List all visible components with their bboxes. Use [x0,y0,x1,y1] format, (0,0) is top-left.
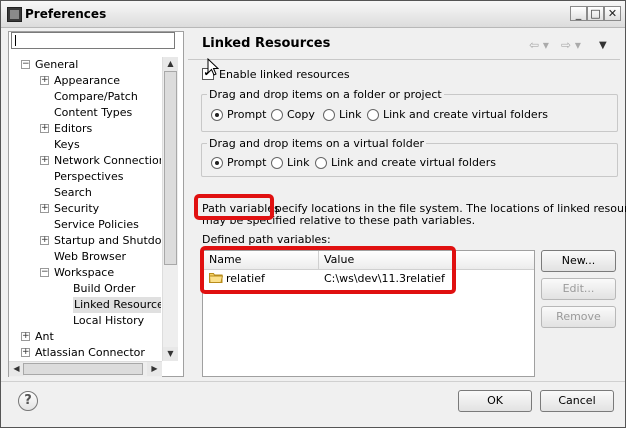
sidebar-item-build-order[interactable]: Build Order [11,281,161,297]
sidebar-item-web-browser[interactable]: Web Browser [11,249,161,265]
sidebar-item-editors[interactable]: + Editors [11,121,161,137]
expand-icon[interactable]: + [40,156,49,165]
sidebar-item-security[interactable]: + Security [11,201,161,217]
radio-label: Link and create virtual folders [331,156,496,169]
enable-linked-resources-label: Enable linked resources [219,68,350,81]
forward-arrow-icon[interactable]: ⇨ ▾ [561,38,581,52]
expand-icon[interactable]: + [40,76,49,85]
virtual-folder-drop-group-title: Drag and drop items on a virtual folder [207,137,426,150]
sidebar-item-appearance[interactable]: + Appearance [11,73,161,89]
app-icon [7,7,22,22]
radio-label: Link [339,108,362,121]
ok-button[interactable]: OK [458,390,532,412]
scroll-down-icon[interactable]: ▼ [163,347,178,361]
sidebar-item-compare-patch[interactable]: Compare/Patch [11,89,161,105]
sidebar-item-label: Editors [54,122,93,135]
sidebar-item-label: Network Connections [54,154,161,167]
cancel-button[interactable]: Cancel [540,390,614,412]
help-icon[interactable]: ? [18,391,38,411]
defined-path-variables-label: Defined path variables: [202,233,331,246]
radio-prompt[interactable] [211,109,223,121]
collapse-icon[interactable]: − [40,268,49,277]
radio-label: Copy [287,108,315,121]
expand-icon[interactable]: + [21,348,30,357]
radio-label: Prompt [227,156,267,169]
radio-link[interactable] [323,109,335,121]
sidebar-item-label: Search [54,186,92,199]
edit-button[interactable]: Edit... [541,278,616,300]
tree-vertical-scrollbar[interactable]: ▲ ▼ [162,57,178,361]
radio-copy[interactable] [271,109,283,121]
sidebar-item-label: Atlassian Connector [35,346,145,359]
sidebar-item-search[interactable]: Search [11,185,161,201]
sidebar-item-general[interactable]: − General [11,57,161,73]
preference-tree: − General + Appearance Compare/Patch Content … [11,57,161,363]
sidebar-item-label: Appearance [54,74,121,87]
mouse-cursor-icon [207,58,219,76]
collapse-icon[interactable]: − [21,60,30,69]
sidebar-item-startup-and-shutdown[interactable]: + Startup and Shutdown [11,233,161,249]
radio-link[interactable] [271,157,283,169]
radio-label: Link and create virtual folders [383,108,548,121]
sidebar-item-label: Compare/Patch [54,90,138,103]
highlight-annotation [200,246,456,294]
sidebar-item-perspectives[interactable]: Perspectives [11,169,161,185]
sidebar-item-label: Local History [73,314,145,327]
sidebar-item-label: Service Policies [54,218,139,231]
highlight-annotation [194,194,274,220]
sidebar-item-label: Linked Resources [73,297,161,313]
sidebar-item-label: Ant [35,330,54,343]
sidebar-item-label: Perspectives [54,170,124,183]
menu-dropdown-icon[interactable]: ▼ [599,40,607,51]
radio-prompt[interactable] [211,157,223,169]
maximize-icon[interactable]: □ [587,6,604,21]
sidebar-item-label: Content Types [54,106,133,119]
sidebar-item-atlassian-connector[interactable]: + Atlassian Connector [11,345,161,361]
sidebar-item-label: Security [54,202,100,215]
sidebar-item-ant[interactable]: + Ant [11,329,161,345]
sidebar-item-local-history[interactable]: Local History [11,313,161,329]
scroll-right-icon[interactable]: ▶ [147,362,162,376]
expand-icon[interactable]: + [21,332,30,341]
filter-input[interactable] [11,32,175,49]
sidebar-item-network-connections[interactable]: + Network Connections [11,153,161,169]
expand-icon[interactable]: + [40,124,49,133]
tree-horizontal-scrollbar[interactable]: ◀ ▶ [9,361,162,377]
sidebar-item-content-types[interactable]: Content Types [11,105,161,121]
sidebar-item-keys[interactable]: Keys [11,137,161,153]
radio-label: Prompt [227,108,267,121]
footer-divider [1,381,625,382]
title-bar: Preferences _ □ ✕ [1,1,625,28]
scroll-up-icon[interactable]: ▲ [163,57,178,71]
scroll-left-icon[interactable]: ◀ [9,362,24,376]
sidebar-item-label: Build Order [73,282,136,295]
scrollbar-thumb[interactable] [164,71,177,265]
page-title: Linked Resources [202,36,331,51]
minimize-icon[interactable]: _ [570,6,587,21]
text-caret [15,35,16,46]
back-arrow-icon[interactable]: ⇦ ▾ [529,38,549,52]
sidebar-item-linked-resources[interactable]: Linked Resources [11,297,161,313]
new-button[interactable]: New... [541,250,616,272]
sidebar-item-workspace[interactable]: − Workspace [11,265,161,281]
sidebar-item-label: Startup and Shutdown [54,234,161,247]
sidebar-item-label: General [35,58,79,71]
folder-drop-group-title: Drag and drop items on a folder or proje… [207,88,444,101]
sidebar-item-label: Web Browser [54,250,127,263]
close-icon[interactable]: ✕ [604,6,621,21]
sidebar-item-label: Workspace [54,266,115,279]
remove-button[interactable]: Remove [541,306,616,328]
sidebar-item-label: Keys [54,138,80,151]
scrollbar-thumb[interactable] [23,363,143,375]
expand-icon[interactable]: + [40,204,49,213]
sidebar-item-service-policies[interactable]: Service Policies [11,217,161,233]
preferences-window: Preferences _ □ ✕ − General + Appearance Com… [0,0,626,428]
radio-label: Link [287,156,310,169]
radio-link-and-create-virtual-folders[interactable] [367,109,379,121]
window-title: Preferences [25,7,107,21]
expand-icon[interactable]: + [40,236,49,245]
radio-link-and-create-virtual-folders[interactable] [315,157,327,169]
divider [188,59,620,60]
